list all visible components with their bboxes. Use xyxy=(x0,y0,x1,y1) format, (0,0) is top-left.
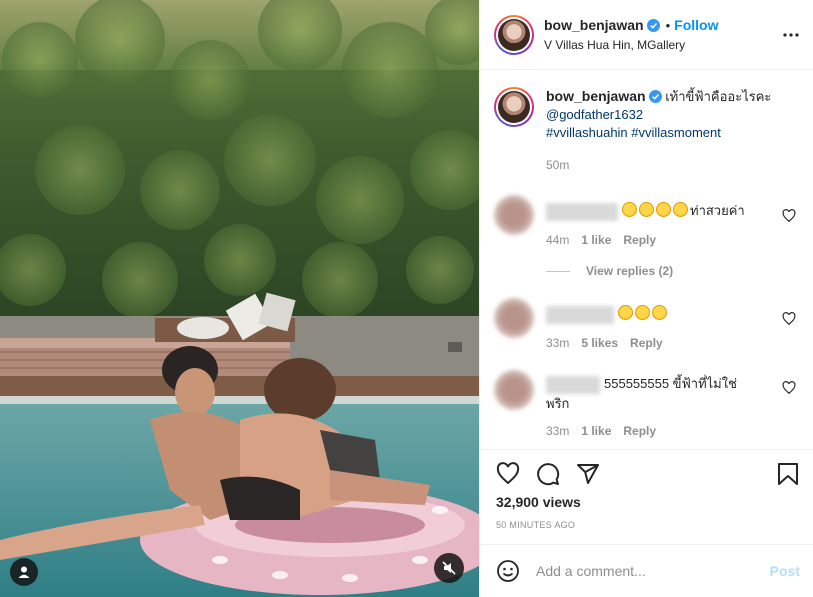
user-icon xyxy=(18,566,30,578)
mute-icon xyxy=(442,561,456,575)
more-options-button[interactable] xyxy=(782,26,800,44)
mute-button[interactable] xyxy=(434,553,464,583)
comment-text: ท่าสวยค่า xyxy=(690,203,745,218)
post-video[interactable] xyxy=(0,0,479,597)
caption-text: เท้าขี้ฟ้าคืออะไรคะ xyxy=(665,89,772,104)
post-details-panel: bow_benjawan • Follow V Villas Hua Hin, MG… xyxy=(479,0,813,597)
laughing-emoji-icon xyxy=(673,202,688,217)
caption-mention[interactable]: @godfather1632 xyxy=(546,107,643,122)
comment-actions: 33m 1 like Reply xyxy=(546,424,668,438)
follow-button[interactable]: Follow xyxy=(674,17,718,33)
caption-hashtags[interactable]: #vvillashuahin #vvillasmoment xyxy=(546,125,721,140)
user-tag-button[interactable] xyxy=(10,558,38,586)
verified-badge-icon xyxy=(648,90,662,103)
grinning-emoji-icon xyxy=(652,305,667,320)
comment-body: ท่าสวยค่า xyxy=(546,201,756,221)
post-header: bow_benjawan • Follow V Villas Hua Hin, MG… xyxy=(480,0,813,70)
view-count[interactable]: 32,900 views xyxy=(496,494,581,510)
caption-username[interactable]: bow_benjawan xyxy=(546,88,646,104)
laughing-emoji-icon xyxy=(635,305,650,320)
commenter-avatar[interactable] xyxy=(494,370,534,410)
post-location[interactable]: V Villas Hua Hin, MGallery xyxy=(544,38,685,52)
reply-button[interactable]: Reply xyxy=(623,424,656,438)
author-username[interactable]: bow_benjawan xyxy=(544,17,644,33)
caption-body: bow_benjawan เท้าขี้ฟ้าคืออะไรคะ @godfat… xyxy=(546,87,796,174)
comment-like-heart-icon[interactable] xyxy=(782,381,796,395)
save-button[interactable] xyxy=(776,462,800,486)
laughing-emoji-icon xyxy=(622,202,637,217)
comments-list[interactable]: bow_benjawan เท้าขี้ฟ้าคืออะไรคะ @godfat… xyxy=(480,71,813,449)
comment-likes[interactable]: 5 likes xyxy=(581,336,618,350)
share-button[interactable] xyxy=(576,462,600,486)
commenter-username-blurred[interactable] xyxy=(546,375,600,394)
commenter-avatar[interactable] xyxy=(494,195,534,235)
commenter-avatar[interactable] xyxy=(494,298,534,338)
comment-actions: 33m 5 likes Reply xyxy=(546,336,675,350)
comment-actions: 44m 1 like Reply xyxy=(546,233,668,247)
comment-time: 44m xyxy=(546,233,570,247)
post-comment-button[interactable]: Post xyxy=(770,563,800,579)
comment-icon xyxy=(537,463,560,486)
laughing-emoji-icon xyxy=(656,202,671,217)
emoji-icon xyxy=(497,560,519,582)
add-comment-bar: Add a comment... Post xyxy=(480,544,813,597)
video-frame xyxy=(0,0,479,597)
author-line: bow_benjawan • Follow xyxy=(544,17,718,33)
comment-likes[interactable]: 1 like xyxy=(581,233,611,247)
caption-time: 50m xyxy=(546,158,570,172)
verified-badge-icon xyxy=(646,19,660,32)
commenter-username-blurred[interactable] xyxy=(546,202,618,221)
author-avatar[interactable] xyxy=(494,15,534,55)
separator-dot: • xyxy=(665,18,671,33)
view-replies-button[interactable]: View replies (2) xyxy=(546,264,673,278)
like-button[interactable] xyxy=(496,462,520,486)
comment-time: 33m xyxy=(546,336,570,350)
commenter-username-blurred[interactable] xyxy=(546,305,614,324)
comment-body: 555555555 ขี้ฟ้าที่ไม่ใช่พริก xyxy=(546,374,756,414)
laughing-emoji-icon xyxy=(618,305,633,320)
bookmark-icon xyxy=(778,463,798,485)
comment-input[interactable]: Add a comment... xyxy=(536,563,646,579)
post-action-bar: 32,900 views 50 MINUTES AGO xyxy=(480,449,813,549)
comment-like-heart-icon[interactable] xyxy=(782,312,796,326)
reply-button[interactable]: Reply xyxy=(623,233,656,247)
comment-like-heart-icon[interactable] xyxy=(782,209,796,223)
reply-button[interactable]: Reply xyxy=(630,336,663,350)
share-icon xyxy=(577,464,599,484)
comment-body xyxy=(546,304,756,324)
heart-icon xyxy=(496,462,520,485)
caption-avatar[interactable] xyxy=(494,87,534,127)
laughing-emoji-icon xyxy=(639,202,654,217)
comment-likes[interactable]: 1 like xyxy=(581,424,611,438)
more-icon xyxy=(783,33,799,37)
comment-button[interactable] xyxy=(536,462,560,486)
emoji-picker-button[interactable] xyxy=(496,559,520,583)
post-timestamp: 50 MINUTES AGO xyxy=(496,520,576,530)
comment-time: 33m xyxy=(546,424,570,438)
